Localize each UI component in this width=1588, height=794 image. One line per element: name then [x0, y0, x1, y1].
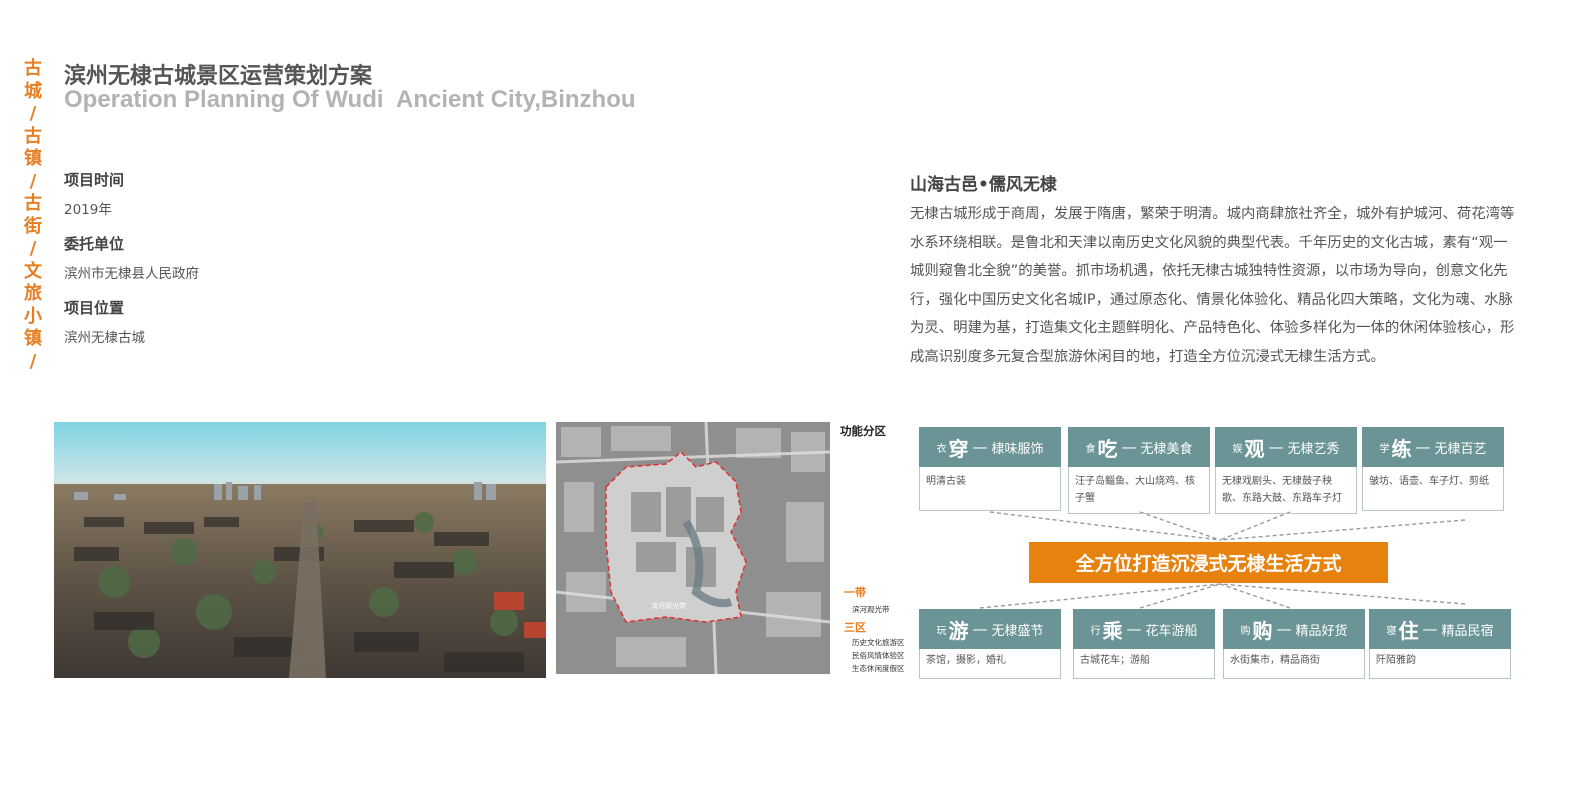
zone-card-eat: 食 吃 — 无棣美食 汪子岛鲻鱼、大山烧鸡、核子蟹 [1068, 427, 1210, 514]
project-time-value: 2019年 [64, 202, 112, 218]
legend-zone-item: 民俗风情体验区 [852, 651, 905, 660]
legend-belt-item: 滨河观光带 [852, 605, 890, 614]
zone-dash: — [972, 620, 988, 638]
vertical-tagline-char: / [29, 350, 37, 372]
aerial-map: 滨河观光带 [556, 422, 830, 674]
zone-prefix: 购 [1240, 625, 1251, 637]
vertical-tagline: 古城 / 古镇 / 古街 / 文旅小镇 / [22, 58, 44, 373]
zone-theme: 无棣美食 [1140, 441, 1193, 457]
vertical-tagline-char: / [29, 170, 37, 192]
vertical-tagline-char: 城 [24, 80, 42, 102]
zone-card-text: 古城花车；游船 [1073, 649, 1215, 679]
map-river-label: 滨河观光带 [651, 601, 686, 610]
zone-card-header: 玩 游 — 无棣盛节 [919, 609, 1061, 649]
zone-dash: — [1268, 438, 1284, 456]
zone-card-text: 明清古装 [919, 467, 1061, 511]
vertical-tagline-char: / [29, 103, 37, 124]
zone-prefix: 学 [1379, 443, 1390, 455]
project-client: 委托单位 滨州市无棣县人民政府 [64, 233, 364, 282]
zone-card-text: 茶馆，摄影，婚礼 [919, 649, 1061, 679]
description-body: 无棣古城形成于商周，发展于隋唐，繁荣于明清。城内商肆旅社齐全，城外有护城河、荷花… [910, 206, 1515, 365]
page-subtitle-en: Operation Planning Of Wudi Ancient City,… [64, 86, 636, 113]
zone-card-play: 玩 游 — 无棣盛节 茶馆，摄影，婚礼 [919, 609, 1061, 679]
zone-prefix: 食 [1085, 443, 1096, 455]
zone-keyword: 游 [948, 618, 969, 643]
vertical-tagline-char: 古 [24, 125, 42, 147]
zone-card-header: 学 练 — 无棣百艺 [1362, 427, 1504, 467]
zone-card-watch: 娱 观 — 无棣艺秀 无棣戏剧头、无棣鼓子秧歌、东路大鼓、东路车子灯 [1215, 427, 1357, 514]
zone-dash: — [1126, 620, 1142, 638]
project-time-label: 项目时间 [64, 171, 125, 189]
vertical-tagline-char: 镇 [24, 148, 42, 169]
legend-belt-head: 一带 [844, 586, 866, 599]
zone-card-header: 寝 住 — 精品民宿 [1369, 609, 1511, 649]
zone-card-header: 娱 观 — 无棣艺秀 [1215, 427, 1357, 467]
vertical-tagline-char: 古 [24, 58, 42, 79]
zone-keyword: 乘 [1102, 618, 1123, 643]
legend-zone-item: 生态休闲度假区 [852, 664, 905, 673]
zone-theme: 精品好货 [1295, 623, 1348, 639]
project-location-label: 项目位置 [64, 299, 125, 317]
zone-theme: 花车游船 [1145, 623, 1198, 639]
zone-prefix: 玩 [936, 625, 947, 637]
zone-prefix: 衣 [936, 443, 947, 455]
center-banner: 全方位打造沉浸式无棣生活方式 [1029, 542, 1388, 583]
zone-dash: — [1276, 620, 1292, 638]
vertical-tagline-char: 镇 [24, 328, 42, 349]
zone-card-shop: 购 购 — 精品好货 水街集市，精品商街 [1223, 609, 1365, 679]
zone-card-text: 汪子岛鲻鱼、大山烧鸡、核子蟹 [1068, 467, 1210, 514]
zone-keyword: 观 [1244, 436, 1265, 461]
zone-card-practice: 学 练 — 无棣百艺 皱坊、语壶、车子灯、剪纸 [1362, 427, 1504, 511]
legend-title: 功能分区 [840, 424, 886, 438]
vertical-tagline-char: / [29, 238, 37, 259]
project-time: 项目时间 2019年 [64, 169, 364, 218]
ancient-city-photo [54, 422, 546, 678]
zone-card-text: 水街集市，精品商街 [1223, 649, 1365, 679]
legend-zone-item: 历史文化旅游区 [852, 638, 905, 647]
zone-dash: — [1121, 438, 1137, 456]
zone-theme: 无棣百艺 [1434, 441, 1487, 457]
vertical-tagline-char: 小 [24, 305, 42, 327]
legend-zones-head: 三区 [844, 621, 866, 634]
vertical-tagline-char: 旅 [24, 283, 42, 304]
zone-dash: — [972, 438, 988, 456]
zone-dash: — [1422, 620, 1438, 638]
vertical-tagline-char: 街 [24, 215, 42, 237]
zone-card-stay: 寝 住 — 精品民宿 阡陌雅韵 [1369, 609, 1511, 679]
zone-keyword: 吃 [1097, 436, 1118, 461]
vertical-tagline-char: 文 [24, 260, 42, 282]
zone-card-text: 无棣戏剧头、无棣鼓子秧歌、东路大鼓、东路车子灯 [1215, 467, 1357, 514]
description-title: 山海古邑•儒风无棣 [910, 175, 1057, 195]
zone-keyword: 购 [1252, 618, 1273, 643]
zone-theme: 无棣盛节 [991, 623, 1044, 639]
zone-card-header: 食 吃 — 无棣美食 [1068, 427, 1210, 467]
vertical-tagline-char: 古 [24, 193, 42, 214]
project-client-label: 委托单位 [64, 235, 125, 253]
zone-theme: 棣味服饰 [991, 441, 1044, 457]
zone-card-header: 衣 穿 — 棣味服饰 [919, 427, 1061, 467]
zone-prefix: 寝 [1386, 625, 1397, 637]
zone-theme: 精品民宿 [1441, 623, 1494, 639]
zone-keyword: 穿 [948, 436, 969, 461]
zone-card-text: 阡陌雅韵 [1369, 649, 1511, 679]
zone-prefix: 娱 [1232, 443, 1243, 455]
project-client-value: 滨州市无棣县人民政府 [64, 266, 199, 282]
zone-card-header: 行 乘 — 花车游船 [1073, 609, 1215, 649]
project-location-value: 滨州无棣古城 [64, 330, 145, 346]
zone-dash: — [1415, 438, 1431, 456]
zone-keyword: 住 [1398, 618, 1419, 643]
zone-keyword: 练 [1391, 436, 1412, 461]
zone-card-wear: 衣 穿 — 棣味服饰 明清古装 [919, 427, 1061, 511]
zone-prefix: 行 [1090, 625, 1101, 637]
project-location: 项目位置 滨州无棣古城 [64, 297, 364, 346]
zone-theme: 无棣艺秀 [1287, 441, 1340, 457]
zone-card-header: 购 购 — 精品好货 [1223, 609, 1365, 649]
zone-card-ride: 行 乘 — 花车游船 古城花车；游船 [1073, 609, 1215, 679]
zone-card-text: 皱坊、语壶、车子灯、剪纸 [1362, 467, 1504, 511]
